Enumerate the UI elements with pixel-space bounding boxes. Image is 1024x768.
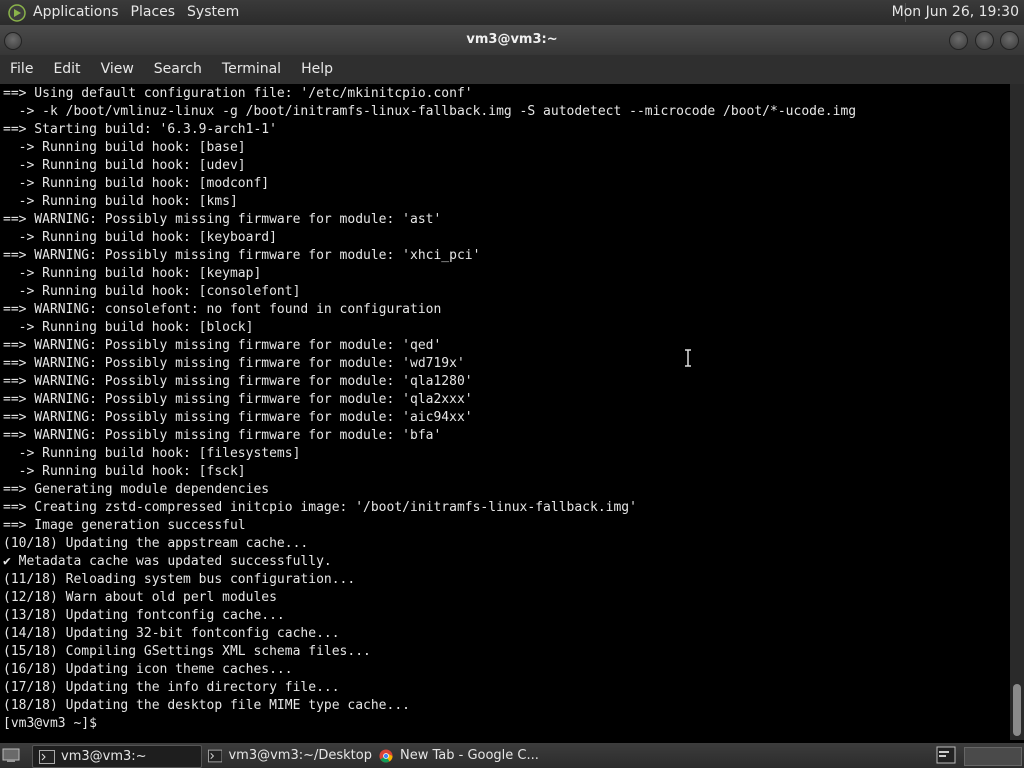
terminal-line: ==> Creating zstd-compressed initcpio im… [3, 500, 637, 515]
terminal-line: (13/18) Updating fontconfig cache... [3, 608, 285, 623]
terminal-line: -> Running build hook: [modconf] [3, 176, 270, 191]
terminal-line: ==> Using default configuration file: '/… [3, 86, 473, 101]
workspace-switcher[interactable] [964, 747, 1022, 766]
terminal-line: ==> WARNING: Possibly missing firmware f… [3, 212, 442, 227]
window-titlebar[interactable]: vm3@vm3:~ [0, 25, 1024, 55]
terminal-output[interactable]: ==> Using default configuration file: '/… [0, 84, 1010, 740]
terminal-line: ==> WARNING: Possibly missing firmware f… [3, 356, 465, 371]
terminal-line: -> Running build hook: [udev] [3, 158, 246, 173]
top-panel: Applications Places System Mon Jun 26, 1… [0, 0, 1024, 25]
terminal-line: (12/18) Warn about old perl modules [3, 590, 277, 605]
terminal-line: ==> Image generation successful [3, 518, 246, 533]
maximize-button[interactable] [975, 31, 994, 50]
terminal-line: -> Running build hook: [filesystems] [3, 446, 301, 461]
terminal-line: [vm3@vm3 ~]$ [3, 716, 105, 731]
terminal-menubar: File Edit View Search Terminal Help [0, 55, 1024, 84]
terminal-line: ==> WARNING: Possibly missing firmware f… [3, 410, 473, 425]
terminal-line: ✔ Metadata cache was updated successfull… [3, 554, 332, 569]
terminal-lines: ==> Using default configuration file: '/… [3, 85, 856, 733]
menu-file[interactable]: File [0, 55, 43, 84]
terminal-line: (14/18) Updating 32-bit fontconfig cache… [3, 626, 340, 641]
terminal-line: -> Running build hook: [fsck] [3, 464, 246, 479]
terminal-line: ==> WARNING: Possibly missing firmware f… [3, 392, 473, 407]
terminal-icon [39, 749, 55, 764]
ibeam-cursor-icon [685, 349, 691, 367]
terminal-line: (16/18) Updating icon theme caches... [3, 662, 293, 677]
taskbar-item-label: vm3@vm3:~/Desktop [228, 748, 372, 763]
system-menu[interactable]: System [187, 0, 247, 25]
applications-menu[interactable]: Applications [33, 0, 127, 25]
terminal-line: ==> WARNING: consolefont: no font found … [3, 302, 442, 317]
terminal-line: (10/18) Updating the appstream cache... [3, 536, 309, 551]
places-menu[interactable]: Places [131, 0, 184, 25]
taskbar-item-chrome[interactable]: New Tab - Google C... [372, 745, 542, 766]
taskbar-item-terminal-desktop[interactable]: vm3@vm3:~/Desktop [202, 745, 372, 766]
bottom-taskbar: vm3@vm3:~ vm3@vm3:~/Desktop New Tab - Go… [0, 743, 1024, 768]
terminal-line: (17/18) Updating the info directory file… [3, 680, 340, 695]
chrome-icon [379, 748, 393, 763]
terminal-line: -> Running build hook: [consolefont] [3, 284, 301, 299]
clock[interactable]: Mon Jun 26, 19:30 [892, 0, 1019, 25]
terminal-line: ==> WARNING: Possibly missing firmware f… [3, 248, 481, 263]
window-title: vm3@vm3:~ [466, 32, 558, 47]
terminal-line: -> Running build hook: [kms] [3, 194, 238, 209]
terminal-line: -> Running build hook: [keymap] [3, 266, 262, 281]
tray-window-icon[interactable] [936, 746, 956, 764]
show-desktop-icon[interactable] [2, 747, 20, 763]
taskbar-item-terminal-home[interactable]: vm3@vm3:~ [32, 745, 202, 768]
menu-edit[interactable]: Edit [43, 55, 90, 84]
terminal-line: -> Running build hook: [block] [3, 320, 254, 335]
taskbar-item-label: New Tab - Google C... [400, 748, 539, 763]
terminal-icon [208, 749, 223, 762]
terminal-line: ==> Starting build: '6.3.9-arch1-1' [3, 122, 277, 137]
terminal-line: (18/18) Updating the desktop file MIME t… [3, 698, 410, 713]
terminal-line: ==> WARNING: Possibly missing firmware f… [3, 338, 442, 353]
terminal-line: (11/18) Reloading system bus configurati… [3, 572, 356, 587]
terminal-line: ==> Generating module dependencies [3, 482, 270, 497]
menu-help[interactable]: Help [291, 55, 343, 84]
terminal-scrollbar[interactable] [1010, 84, 1024, 740]
menu-view[interactable]: View [91, 55, 144, 84]
distro-logo-icon[interactable] [8, 3, 26, 22]
terminal-line: -> Running build hook: [keyboard] [3, 230, 277, 245]
terminal-line: ==> WARNING: Possibly missing firmware f… [3, 374, 473, 389]
terminal-line: -> -k /boot/vmlinuz-linux -g /boot/initr… [3, 104, 857, 119]
menu-search[interactable]: Search [144, 55, 212, 84]
terminal-line: (15/18) Compiling GSettings XML schema f… [3, 644, 371, 659]
terminal-line: ==> WARNING: Possibly missing firmware f… [3, 428, 442, 443]
minimize-button[interactable] [949, 31, 968, 50]
scrollbar-thumb[interactable] [1013, 684, 1021, 736]
menu-terminal[interactable]: Terminal [212, 55, 291, 84]
taskbar-item-label: vm3@vm3:~ [61, 749, 147, 764]
terminal-line: -> Running build hook: [base] [3, 140, 246, 155]
close-button[interactable] [1000, 31, 1019, 50]
